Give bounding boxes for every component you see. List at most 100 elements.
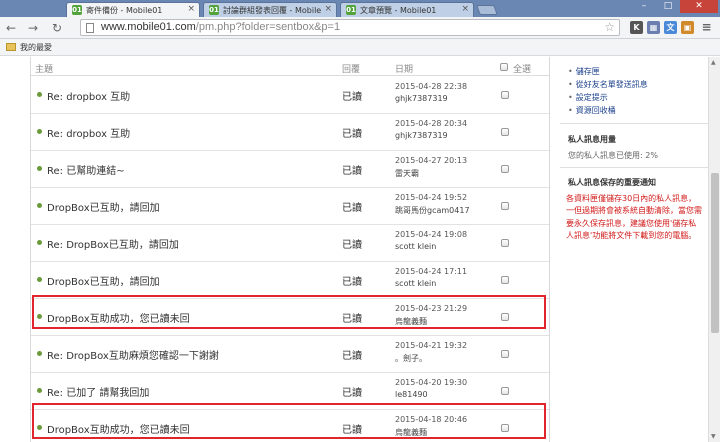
- message-sender: scott klein: [395, 279, 437, 288]
- message-subject[interactable]: DropBox已互助，請回加: [47, 273, 160, 288]
- sidebar-divider: [560, 167, 708, 168]
- mobile01-favicon-icon: 01: [346, 5, 356, 15]
- table-row[interactable]: Re: 已幫助連結~ 已讀 2015-04-27 20:13 雷天霸: [31, 151, 549, 188]
- minimize-icon[interactable]: –: [632, 0, 656, 13]
- message-sender: ghjk7387319: [395, 131, 448, 140]
- mobile01-favicon-icon: 01: [209, 5, 219, 15]
- message-subject[interactable]: Re: dropbox 互助: [47, 125, 130, 140]
- maximize-icon[interactable]: □: [656, 0, 680, 13]
- table-row[interactable]: DropBox已互助，請回加 已讀 2015-04-24 19:52 跳哥馬份g…: [31, 188, 549, 225]
- sidebar-link-settings[interactable]: 設定提示: [568, 92, 608, 103]
- menu-icon[interactable]: ≡: [700, 21, 713, 34]
- table-row[interactable]: DropBox已互助，請回加 已讀 2015-04-24 17:11 scott…: [31, 262, 549, 299]
- message-subject[interactable]: Re: dropbox 互助: [47, 88, 130, 103]
- mobile01-favicon-icon: 01: [72, 5, 82, 15]
- sidebar-link-trash[interactable]: 資源回收桶: [568, 105, 616, 116]
- bullet-icon: [37, 351, 42, 356]
- message-sender: 跳哥馬份gcam0417: [395, 206, 470, 215]
- message-status: 已讀: [342, 351, 362, 362]
- row-checkbox[interactable]: [501, 350, 509, 358]
- select-all-checkbox[interactable]: [500, 63, 508, 71]
- tab-preview[interactable]: 01 文章預覽 - Mobile01 ×: [340, 2, 474, 17]
- address-bar[interactable]: www.mobile01.com/pm.php?folder=sentbox&p…: [80, 19, 620, 36]
- url-path: /pm.php?folder=sentbox&p=1: [195, 21, 341, 33]
- tab-sentbox[interactable]: 01 寄件備份 - Mobile01 ×: [66, 2, 200, 17]
- message-sender: 。劍子。: [395, 354, 427, 363]
- row-checkbox[interactable]: [501, 128, 509, 136]
- row-checkbox[interactable]: [501, 239, 509, 247]
- url-text: www.mobile01.com/pm.php?folder=sentbox&p…: [101, 21, 340, 33]
- row-checkbox[interactable]: [501, 202, 509, 210]
- table-row[interactable]: Re: DropBox互助麻煩您確認一下謝謝 已讀 2015-04-21 19:…: [31, 336, 549, 373]
- close-window-icon[interactable]: ✕: [680, 0, 718, 13]
- bullet-icon: [37, 92, 42, 97]
- message-subject[interactable]: Re: DropBox互助麻煩您確認一下謝謝: [47, 347, 219, 362]
- url-host: www.mobile01.com: [101, 21, 196, 33]
- puzzle-icon[interactable]: ▣: [681, 21, 694, 34]
- bookmark-folder[interactable]: 我的最愛: [6, 42, 52, 53]
- highlight-box: [32, 403, 546, 439]
- table-row[interactable]: Re: dropbox 互助 已讀 2015-04-28 22:38 ghjk7…: [31, 77, 549, 114]
- table-row[interactable]: Re: dropbox 互助 已讀 2015-04-28 20:34 ghjk7…: [31, 114, 549, 151]
- message-status: 已讀: [342, 388, 362, 399]
- sidebar-divider: [560, 123, 708, 124]
- message-status: 已讀: [342, 92, 362, 103]
- message-date: 2015-04-27 20:13: [395, 156, 468, 165]
- bullet-icon: [37, 166, 42, 171]
- highlight-box: [32, 295, 546, 329]
- header-date: 日期: [395, 65, 414, 75]
- message-date: 2015-04-28 20:34: [395, 119, 468, 128]
- row-checkbox[interactable]: [501, 91, 509, 99]
- message-subject[interactable]: Re: 已幫助連結~: [47, 162, 125, 177]
- scroll-down-icon[interactable]: ▼: [711, 433, 716, 440]
- message-subject[interactable]: DropBox已互助，請回加: [47, 199, 160, 214]
- message-sender: ghjk7387319: [395, 94, 448, 103]
- close-tab-icon[interactable]: ×: [187, 4, 195, 14]
- tab-title: 文章預覽 - Mobile01: [360, 6, 437, 15]
- page-content: 主題 回覆 日期 全選 Re: dropbox 互助 已讀 2015-04-28…: [0, 57, 708, 442]
- message-status: 已讀: [342, 240, 362, 251]
- table-header: 主題 回覆 日期 全選: [31, 60, 549, 76]
- tab-reply[interactable]: 01 討論群組發表回覆 - Mobile ×: [203, 2, 337, 17]
- tab-strip: 01 寄件備份 - Mobile01 × 01 討論群組發表回覆 - Mobil…: [0, 0, 720, 17]
- k-icon[interactable]: K: [630, 21, 643, 34]
- folder-icon: [6, 43, 16, 51]
- new-tab-button[interactable]: [476, 5, 498, 15]
- message-subject[interactable]: Re: DropBox已互助，請回加: [47, 236, 179, 251]
- tab-title: 寄件備份 - Mobile01: [86, 6, 163, 15]
- message-subject[interactable]: Re: 已加了 請幫我回加: [47, 384, 149, 399]
- bookmarks-bar: 我的最愛: [0, 39, 720, 56]
- scroll-up-icon[interactable]: ▲: [711, 59, 716, 66]
- browser-toolbar: ← → ↻ www.mobile01.com/pm.php?folder=sen…: [0, 17, 720, 39]
- message-date: 2015-04-24 19:52: [395, 193, 468, 202]
- message-date: 2015-04-20 19:30: [395, 378, 468, 387]
- reload-icon[interactable]: ↻: [52, 20, 62, 36]
- header-select-all: 全選: [513, 65, 532, 75]
- notice-text: 各資料匣僅儲存30日內的私人訊息，一但過期將會被系統自動清除，當您需要永久保存訊…: [566, 194, 702, 241]
- scroll-thumb[interactable]: [711, 173, 719, 333]
- back-icon[interactable]: ←: [6, 20, 16, 36]
- message-status: 已讀: [342, 203, 362, 214]
- message-sender: le81490: [395, 390, 428, 399]
- row-checkbox[interactable]: [501, 165, 509, 173]
- sidebar-link-send-from-friends[interactable]: 從好友名單發送訊息: [568, 79, 648, 90]
- row-checkbox[interactable]: [501, 387, 509, 395]
- bullet-icon: [37, 388, 42, 393]
- message-sender: scott klein: [395, 242, 437, 251]
- translate-icon[interactable]: 文: [664, 21, 677, 34]
- bullet-icon: [37, 203, 42, 208]
- table-row[interactable]: Re: DropBox已互助，請回加 已讀 2015-04-24 19:08 s…: [31, 225, 549, 262]
- forward-icon[interactable]: →: [28, 20, 38, 36]
- close-tab-icon[interactable]: ×: [461, 4, 469, 14]
- close-tab-icon[interactable]: ×: [324, 4, 332, 14]
- bookmark-star-icon[interactable]: ☆: [604, 20, 615, 34]
- usage-heading: 私人訊息用量: [568, 135, 616, 144]
- header-subject: 主題: [35, 65, 54, 75]
- page-icon: [86, 23, 94, 33]
- page-scrollbar[interactable]: ▲ ▼: [708, 57, 720, 442]
- row-checkbox[interactable]: [501, 276, 509, 284]
- grid-icon[interactable]: ▦: [647, 21, 660, 34]
- bullet-icon: [37, 277, 42, 282]
- message-date: 2015-04-21 19:32: [395, 341, 468, 350]
- sidebar-link-savebox[interactable]: 儲存匣: [568, 66, 600, 77]
